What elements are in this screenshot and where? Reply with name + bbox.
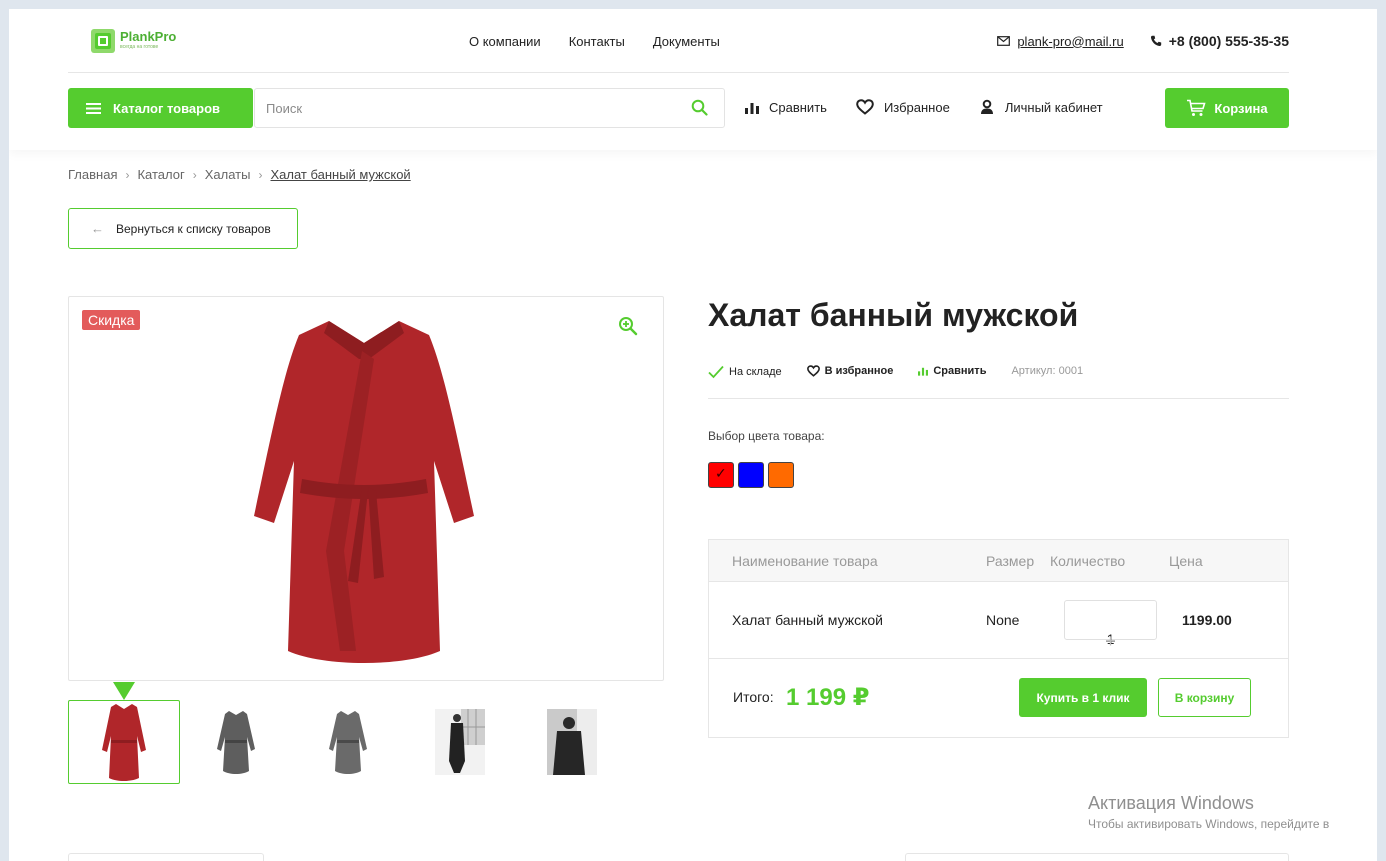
thumbnail-gray-robe[interactable] (292, 700, 404, 784)
compare-product-label: Сравнить (933, 365, 987, 377)
phone-icon (1150, 35, 1161, 47)
favorites-label: Избранное (883, 99, 950, 115)
contacts: plank-pro@mail.ru +8 (800) 555-35-35 (997, 33, 1289, 49)
breadcrumb-home[interactable]: Главная (68, 167, 117, 182)
add-to-favorites-link[interactable]: В избранное (806, 365, 894, 377)
breadcrumb-current[interactable]: Халат банный мужской (270, 167, 410, 182)
arrow-left-icon: ← (91, 221, 104, 236)
back-label: Вернуться к списку товаров (116, 221, 271, 236)
breadcrumb-robes[interactable]: Халаты (205, 167, 251, 182)
logo-name: PlankPro (120, 29, 177, 44)
main-product-image[interactable] (244, 311, 484, 676)
header-size: Размер (986, 553, 1035, 569)
bottom-panel-right (905, 853, 1289, 861)
email-link[interactable]: plank-pro@mail.ru (1017, 34, 1123, 49)
windows-activation-title: Активация Windows (1088, 793, 1254, 813)
logo[interactable]: PlankPro всегда на готове (90, 28, 176, 54)
sku: Артикул: 0001 (1011, 365, 1083, 377)
plus-icon[interactable]: + (1105, 631, 1116, 652)
account-link[interactable]: Личный кабинет (979, 99, 1103, 115)
thumbnail-model-photo[interactable] (516, 700, 628, 784)
heart-icon (806, 365, 820, 377)
phone-number[interactable]: +8 (800) 555-35-35 (1169, 33, 1289, 49)
thumbnail-gray-robe[interactable] (180, 700, 292, 784)
order-table: Наименование товара Размер Количество Це… (708, 539, 1289, 738)
search-input[interactable] (255, 89, 655, 127)
sku-value: Артикул: 0001 (1011, 365, 1084, 377)
stock-label: На складе (729, 366, 782, 378)
top-bar: PlankPro всегда на готове О компании Кон… (68, 9, 1289, 73)
top-nav: О компании Контакты Документы (469, 34, 720, 49)
product-title: Халат банный мужской (708, 297, 1079, 333)
thumbnail-model-photo[interactable] (404, 700, 516, 784)
cart-icon (1187, 99, 1206, 116)
header-price: Цена (1169, 553, 1203, 569)
total-value: 1 199 ₽ (786, 684, 870, 711)
back-to-list-button[interactable]: ← Вернуться к списку товаров (68, 208, 298, 249)
cart-button[interactable]: Корзина (1165, 88, 1289, 128)
bar-chart-icon (745, 102, 759, 114)
row-size: None (986, 612, 1020, 628)
page: PlankPro всегда на готове О компании Кон… (9, 9, 1377, 861)
color-swatch-blue[interactable] (738, 462, 764, 488)
add-to-cart-button[interactable]: В корзину (1158, 678, 1251, 717)
cart-label: Корзина (1214, 100, 1268, 116)
windows-activation-subtitle: Чтобы активировать Windows, перейдите в (1088, 817, 1330, 831)
menu-icon (86, 102, 101, 114)
thumbnail-red-robe[interactable] (68, 700, 180, 784)
product-meta: На складе В избранное Сравнить Артикул: … (708, 365, 1289, 399)
compare-link[interactable]: Сравнить (745, 100, 827, 115)
windows-activation-watermark: Активация Windows Чтобы активировать Win… (1088, 793, 1329, 831)
check-icon (708, 365, 724, 379)
chevron-right-icon: › (192, 167, 197, 182)
header-tools: Сравнить Избранное Личный кабинет (745, 99, 1132, 115)
account-label: Личный кабинет (1004, 99, 1103, 115)
chevron-right-icon: › (125, 167, 130, 182)
table-footer: Итого: 1 199 ₽ Купить в 1 клик В корзину (709, 659, 1288, 737)
thumb-pointer-icon (113, 682, 135, 700)
mail-icon (997, 36, 1011, 46)
user-icon (980, 99, 993, 114)
buy-one-click-button[interactable]: Купить в 1 клик (1019, 678, 1147, 717)
zoom-icon[interactable] (618, 316, 638, 341)
color-swatch-orange[interactable] (768, 462, 794, 488)
nav-about[interactable]: О компании (469, 34, 541, 49)
total-label: Итого: (733, 689, 774, 705)
quantity-stepper: − 1 + (1064, 600, 1157, 651)
thumbnail-strip (68, 700, 628, 784)
nav-contacts[interactable]: Контакты (569, 34, 625, 49)
search-icon[interactable] (691, 99, 708, 121)
logo-icon (90, 28, 116, 54)
nav-documents[interactable]: Документы (653, 34, 720, 49)
row-price: 1199.00 (1182, 612, 1232, 628)
header-quantity: Количество (1050, 553, 1126, 569)
table-row: Халат банный мужской None − 1 + 1199.00 (709, 582, 1288, 659)
add-favorite-label: В избранное (824, 365, 894, 377)
favorites-link[interactable]: Избранное (856, 99, 950, 115)
discount-badge: Скидка (82, 310, 141, 330)
stock-status: На складе (708, 365, 782, 379)
search-box (254, 88, 725, 128)
product-gallery: Скидка (68, 296, 664, 681)
color-swatch-red[interactable]: ✓ (708, 462, 734, 488)
bar-chart-icon (918, 367, 929, 376)
color-picker-label: Выбор цвета товара: (708, 429, 825, 443)
compare-product-link[interactable]: Сравнить (918, 365, 986, 377)
logo-tagline: всегда на готове (120, 44, 159, 50)
breadcrumb-catalog[interactable]: Каталог (137, 167, 184, 182)
bottom-panel-left (68, 853, 264, 861)
header-name: Наименование товара (732, 553, 878, 569)
catalog-label: Каталог товаров (113, 100, 221, 116)
breadcrumb: Главная › Каталог › Халаты › Халат банны… (68, 167, 411, 182)
row-name: Халат банный мужской (732, 612, 883, 628)
color-swatches: ✓ (708, 462, 794, 488)
catalog-button[interactable]: Каталог товаров (68, 88, 253, 128)
table-header: Наименование товара Размер Количество Це… (709, 540, 1288, 582)
chevron-right-icon: › (258, 167, 263, 182)
heart-icon (856, 99, 874, 115)
check-icon: ✓ (715, 465, 727, 481)
compare-label: Сравнить (769, 99, 827, 115)
